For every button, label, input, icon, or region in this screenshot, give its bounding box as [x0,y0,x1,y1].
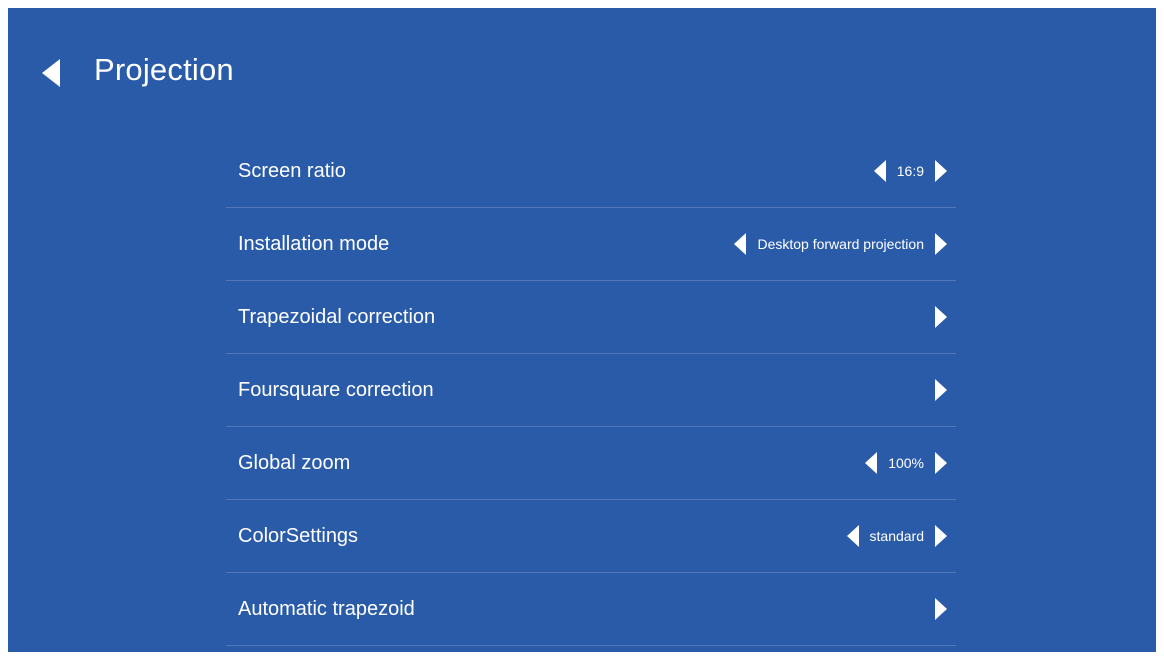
setting-label: Installation mode [238,233,390,255]
setting-control [934,354,948,426]
right-arrow-icon[interactable] [934,598,948,620]
left-arrow-icon[interactable] [873,160,887,182]
left-arrow-icon[interactable] [846,525,860,547]
page-title: Projection [94,52,234,87]
setting-control [934,573,948,645]
right-arrow-icon[interactable] [934,233,948,255]
setting-label: ColorSettings [238,525,359,547]
projection-settings-screen: Projection Screen ratio 16:9 Installatio… [8,8,1156,652]
setting-value: 16:9 [896,163,924,179]
setting-control: 100% [864,427,948,499]
back-button[interactable] [36,56,66,90]
right-arrow-icon[interactable] [934,379,948,401]
chevron-left-icon [36,56,66,90]
setting-row-foursquare-correction[interactable]: Foursquare correction [226,354,956,427]
setting-label: Foursquare correction [238,379,434,401]
setting-control: standard [846,500,948,572]
setting-row-color-settings[interactable]: ColorSettings standard [226,500,956,573]
setting-row-screen-ratio[interactable]: Screen ratio 16:9 [226,135,956,208]
setting-row-installation-mode[interactable]: Installation mode Desktop forward projec… [226,208,956,281]
setting-value: 100% [888,455,924,471]
setting-control: 16:9 [873,135,948,207]
header: Projection [8,8,1156,138]
setting-row-trapezoidal-correction[interactable]: Trapezoidal correction [226,281,956,354]
setting-control [934,281,948,353]
left-arrow-icon[interactable] [733,233,747,255]
setting-label: Screen ratio [238,160,346,182]
right-arrow-icon[interactable] [934,452,948,474]
right-arrow-icon[interactable] [934,160,948,182]
settings-list: Screen ratio 16:9 Installation mode Desk… [226,135,956,646]
setting-row-global-zoom[interactable]: Global zoom 100% [226,427,956,500]
setting-label: Automatic trapezoid [238,598,415,620]
setting-label: Trapezoidal correction [238,306,436,328]
setting-control: Desktop forward projection [733,208,948,280]
right-arrow-icon[interactable] [934,306,948,328]
left-arrow-icon[interactable] [864,452,878,474]
setting-row-automatic-trapezoid[interactable]: Automatic trapezoid [226,573,956,646]
setting-value: Desktop forward projection [757,236,924,252]
setting-label: Global zoom [238,452,351,474]
right-arrow-icon[interactable] [934,525,948,547]
setting-value: standard [869,528,924,544]
